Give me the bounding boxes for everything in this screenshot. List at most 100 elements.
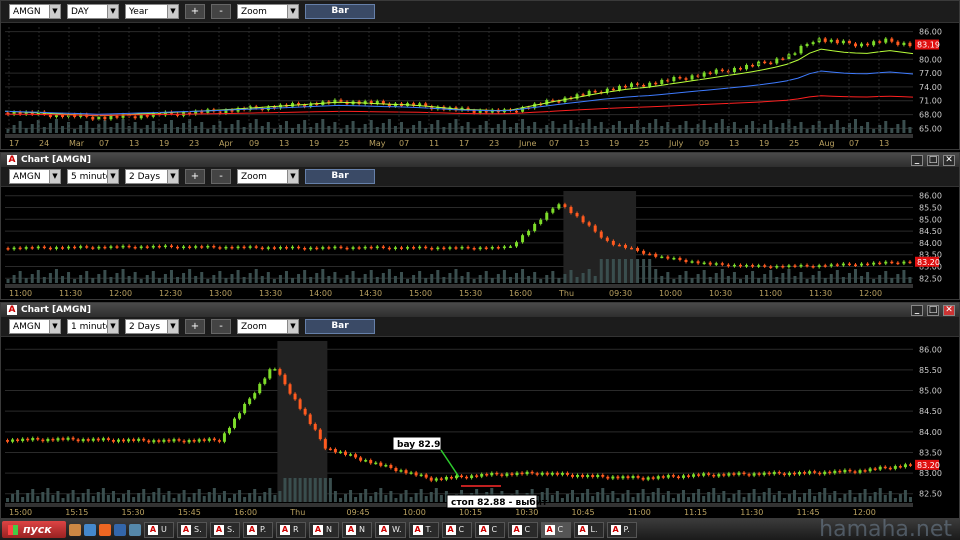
close-icon[interactable]: ✕ xyxy=(943,154,955,166)
candle-body xyxy=(283,374,287,385)
taskbar-item[interactable]: AC xyxy=(507,521,538,538)
zoom-out-button[interactable]: - xyxy=(211,319,231,334)
price-axis-label: 83.50 xyxy=(919,448,942,457)
volume-bar xyxy=(581,123,585,133)
price-chart-5min[interactable]: 86.0085.5085.0084.5084.0083.5083.0082.50… xyxy=(1,187,959,299)
volume-bar xyxy=(727,498,731,502)
chevron-down-icon[interactable]: ▼ xyxy=(167,170,178,183)
taskbar-item[interactable]: A S. xyxy=(210,521,240,538)
symbol-select[interactable]: AMGN ▼ xyxy=(9,4,61,19)
volume-bar xyxy=(833,491,837,502)
volume-bar xyxy=(792,490,796,502)
taskbar-item[interactable]: AC xyxy=(441,521,472,538)
volume-bar xyxy=(51,495,55,502)
volume-bar xyxy=(732,494,736,502)
candle-body xyxy=(835,264,839,266)
chevron-down-icon[interactable]: ▼ xyxy=(287,170,298,183)
time-axis-label: 11:30 xyxy=(740,508,763,517)
chevron-down-icon[interactable]: ▼ xyxy=(49,5,60,18)
chevron-down-icon[interactable]: ▼ xyxy=(107,170,118,183)
volume-bar xyxy=(406,129,410,133)
zoom-in-button[interactable]: + xyxy=(185,319,205,334)
close-icon[interactable]: ✕ xyxy=(943,304,955,316)
quicklaunch-icon[interactable] xyxy=(84,523,96,536)
bar-style-button[interactable]: Bar xyxy=(305,169,375,184)
volume-bar xyxy=(563,274,567,283)
symbol-select[interactable]: AMGN ▼ xyxy=(9,319,61,334)
interval-select[interactable]: DAY ▼ xyxy=(67,4,119,19)
symbol-select[interactable]: AMGN ▼ xyxy=(9,169,61,184)
minimize-icon[interactable]: _ xyxy=(911,304,923,316)
price-chart-daily[interactable]: 86.00 80.00 77.00 74.00 71.00 68.00 65.00 83.19… xyxy=(1,23,959,149)
volume-bar xyxy=(908,497,912,502)
taskbar-item[interactable]: A L. xyxy=(573,521,604,538)
price-chart-1min[interactable]: 86.00 85.50 85.00 84.50 84.00 83.50 83.00 82.50… xyxy=(1,337,959,518)
volume-bar xyxy=(333,272,337,283)
volume-bar xyxy=(587,119,591,133)
minimize-icon[interactable]: _ xyxy=(911,154,923,166)
chevron-down-icon[interactable]: ▼ xyxy=(167,320,178,333)
volume-bar xyxy=(86,489,90,502)
start-button[interactable]: пуск xyxy=(2,521,66,538)
candle-body xyxy=(67,246,71,249)
volume-bar xyxy=(569,120,573,133)
interval-select[interactable]: 5 minutes ▼ xyxy=(67,169,119,184)
volume-bar xyxy=(672,279,676,283)
candle-body xyxy=(207,438,211,441)
chevron-down-icon[interactable]: ▼ xyxy=(49,320,60,333)
zoom-in-button[interactable]: + xyxy=(185,169,205,184)
app-icon: A xyxy=(148,524,158,535)
quicklaunch-icon[interactable] xyxy=(114,523,126,536)
range-select[interactable]: 2 Days ▼ xyxy=(125,169,179,184)
zoom-out-button[interactable]: - xyxy=(211,169,231,184)
quicklaunch-icon[interactable] xyxy=(99,523,111,536)
bar-style-button[interactable]: Bar xyxy=(305,4,375,19)
range-select[interactable]: Year ▼ xyxy=(125,4,179,19)
chevron-down-icon[interactable]: ▼ xyxy=(107,5,118,18)
chevron-down-icon[interactable]: ▼ xyxy=(49,170,60,183)
chevron-down-icon[interactable]: ▼ xyxy=(287,5,298,18)
taskbar-item[interactable]: AU xyxy=(144,521,174,538)
candle-body xyxy=(890,261,894,264)
volume-bar xyxy=(863,489,867,502)
chevron-down-icon[interactable]: ▼ xyxy=(167,5,178,18)
volume-bar xyxy=(823,128,827,133)
taskbar-item[interactable]: A P. xyxy=(243,521,273,538)
candle-body xyxy=(351,247,355,249)
quicklaunch-icon[interactable] xyxy=(129,523,141,536)
last-price-label: 83.20 xyxy=(917,258,940,267)
chevron-down-icon[interactable]: ▼ xyxy=(287,320,298,333)
maximize-icon[interactable]: □ xyxy=(927,304,939,316)
range-select[interactable]: 2 Days ▼ xyxy=(125,319,179,334)
taskbar-item[interactable]: AR xyxy=(276,521,306,538)
taskbar-item[interactable]: AN xyxy=(309,521,339,538)
quicklaunch-icon[interactable] xyxy=(69,523,81,536)
interval-select[interactable]: 1 minute ▼ xyxy=(67,319,119,334)
zoom-select[interactable]: Zoom ▼ xyxy=(237,319,299,334)
taskbar-item[interactable]: A P. xyxy=(606,521,637,538)
zoom-select[interactable]: Zoom ▼ xyxy=(237,169,299,184)
volume-bar xyxy=(369,496,373,502)
volume-bar xyxy=(399,272,403,283)
candle-body xyxy=(762,472,766,475)
bar-style-button[interactable]: Bar xyxy=(305,319,375,334)
taskbar-item[interactable]: AC xyxy=(540,521,571,538)
candle-body xyxy=(460,475,464,478)
zoom-out-button[interactable]: - xyxy=(211,4,231,19)
volume-bar xyxy=(460,276,464,283)
taskbar-item[interactable]: AC xyxy=(474,521,505,538)
chevron-down-icon[interactable]: ▼ xyxy=(107,320,118,333)
candle-body xyxy=(626,476,630,479)
volume-bar xyxy=(24,128,28,133)
zoom-select[interactable]: Zoom ▼ xyxy=(237,4,299,19)
candle-body xyxy=(642,250,646,254)
taskbar-item[interactable]: AN xyxy=(342,521,372,538)
candle-body xyxy=(775,58,779,64)
price-axis-label: 82.50 xyxy=(919,274,942,283)
taskbar-item[interactable]: A S. xyxy=(177,521,207,538)
zoom-in-button[interactable]: + xyxy=(185,4,205,19)
maximize-icon[interactable]: □ xyxy=(927,154,939,166)
taskbar-item[interactable]: A T. xyxy=(408,521,439,538)
volume-bar xyxy=(242,277,246,283)
taskbar-item[interactable]: A W. xyxy=(375,521,406,538)
